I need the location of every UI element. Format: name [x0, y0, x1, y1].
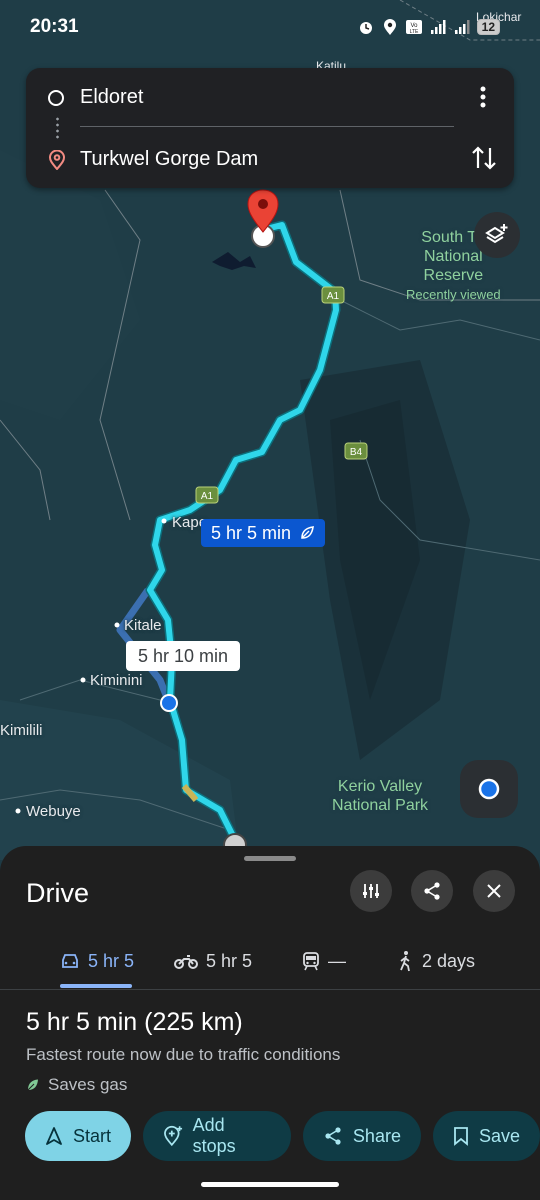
my-location-icon: [478, 778, 500, 800]
share-icon: [424, 882, 440, 900]
road-badge-b4: B4: [344, 442, 368, 460]
directions-sheet: Drive 5 hr 5 5 hr 5 — 2 days 5 hr 5 min …: [0, 846, 540, 1200]
svg-text:A1: A1: [327, 291, 340, 302]
map-label-kiminini: Kiminini: [90, 672, 143, 689]
transit-icon: [303, 952, 319, 971]
eco-info: Saves gas: [26, 1075, 127, 1095]
status-time: 20:31: [30, 16, 79, 37]
destination-pin-icon[interactable]: [247, 189, 279, 248]
walk-icon: [400, 951, 410, 972]
sliders-icon: [363, 884, 379, 898]
field-divider: [80, 126, 454, 127]
destination-text: Turkwel Gorge Dam: [80, 148, 259, 170]
svg-text:LTE: LTE: [409, 29, 418, 35]
origin-circle-icon: [48, 89, 64, 106]
navigation-arrow-icon: [46, 1127, 62, 1145]
signal-icon: [430, 20, 446, 34]
eco-leaf-icon: [301, 526, 314, 539]
signal-icon-2: [454, 20, 470, 34]
battery-indicator: 12: [476, 19, 500, 35]
destination-field[interactable]: Turkwel Gorge Dam: [48, 148, 258, 171]
layers-icon: [485, 224, 508, 244]
travel-mode-tabs: 5 hr 5 5 hr 5 — 2 days: [0, 932, 540, 990]
leaf-icon: [27, 1079, 38, 1091]
route-note: Fastest route now due to traffic conditi…: [26, 1045, 341, 1064]
summary-time: 5 hr 5 min: [26, 1008, 138, 1036]
sheet-title: Drive: [26, 878, 90, 908]
action-buttons: Start Add stops Share Save: [25, 1111, 540, 1163]
route-search-card: Eldoret Turkwel Gorge Dam: [26, 68, 514, 188]
route-time-chip-alt[interactable]: 5 hr 10 min: [126, 641, 241, 671]
share-route-button[interactable]: [411, 870, 453, 912]
alarm-icon: [359, 22, 372, 34]
road-badge-a1-north: A1: [321, 286, 345, 304]
location-icon: [383, 19, 396, 35]
close-icon: [487, 884, 501, 898]
add-location-icon: [164, 1125, 183, 1147]
start-button[interactable]: Start: [25, 1111, 132, 1161]
tab-walk[interactable]: 2 days: [396, 932, 475, 990]
route-options-button[interactable]: [350, 870, 392, 912]
origin-text: Eldoret: [80, 86, 144, 108]
route-summary: 5 hr 5 min (225 km): [26, 1008, 243, 1037]
swap-route-icon[interactable]: [468, 142, 500, 174]
more-options-icon[interactable]: [468, 82, 498, 112]
map-label-kimilili: Kimilili: [0, 722, 43, 739]
map-label-kerio-valley[interactable]: Kerio Valley National Park: [332, 777, 428, 815]
destination-pin-small-icon: [48, 149, 66, 170]
bookmark-icon: [454, 1127, 468, 1146]
road-badge-a1-south: A1: [195, 486, 219, 504]
sheet-drag-handle[interactable]: [244, 856, 296, 861]
origin-field[interactable]: Eldoret: [48, 86, 143, 109]
layers-button[interactable]: [474, 212, 520, 258]
motorcycle-icon: [174, 955, 198, 969]
tabs-divider: [0, 989, 540, 990]
volte-icon: VoLTE: [405, 20, 422, 35]
status-bar: 20:31 Vo LTE 12: [0, 0, 540, 56]
car-icon: [62, 954, 78, 968]
route-time-chip-primary[interactable]: 5 hr 5 min: [201, 519, 326, 547]
map-label-kitale: Kitale: [124, 617, 162, 634]
tab-drive[interactable]: 5 hr 5: [60, 932, 134, 990]
route-position-dot: [160, 694, 178, 712]
tab-transit[interactable]: —: [302, 932, 346, 990]
save-button[interactable]: Save: [432, 1111, 540, 1161]
add-stops-button[interactable]: Add stops: [143, 1111, 291, 1161]
svg-text:B4: B4: [350, 447, 363, 458]
map-label-webuye: Webuye: [26, 803, 81, 820]
share-button[interactable]: Share: [302, 1111, 421, 1161]
route-dots: [56, 116, 59, 140]
close-button[interactable]: [473, 870, 515, 912]
share-icon: [325, 1127, 341, 1145]
svg-text:A1: A1: [201, 491, 214, 502]
gesture-nav-bar[interactable]: [201, 1182, 339, 1187]
tab-motorcycle[interactable]: 5 hr 5: [174, 932, 252, 990]
status-icons: Vo LTE 12: [357, 18, 500, 36]
active-tab-indicator: [60, 984, 132, 988]
summary-distance: (225 km): [144, 1008, 243, 1036]
my-location-button[interactable]: [460, 760, 518, 818]
